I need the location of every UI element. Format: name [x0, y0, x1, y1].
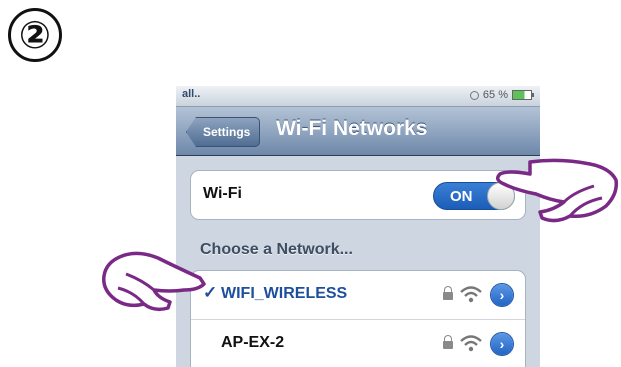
network-list: ✓ WIFI_WIRELESS › AP-EX-2 › — [190, 270, 526, 367]
choose-network-header: Choose a Network... — [200, 241, 353, 258]
battery-icon — [512, 90, 534, 100]
status-right: 65 % — [469, 89, 534, 101]
network-row-ap-ex-2[interactable]: AP-EX-2 › — [191, 320, 525, 367]
lock-icon — [443, 286, 453, 300]
step-number-badge: ② — [8, 8, 62, 62]
wifi-signal-icon — [460, 335, 482, 352]
detail-disclosure-icon[interactable]: › — [491, 333, 513, 355]
battery-percent: 65 % — [482, 89, 508, 101]
alarm-icon — [469, 90, 479, 100]
lock-icon — [443, 335, 453, 349]
network-name: AP-EX-2 — [221, 334, 285, 351]
pointing-hand-left-icon — [102, 251, 206, 312]
pointing-hand-right-icon — [496, 158, 619, 223]
navigation-bar: Settings Wi-Fi Networks — [176, 107, 540, 156]
network-name: WIFI_WIRELESS — [221, 285, 348, 302]
page-title: Wi-Fi Networks — [276, 117, 428, 140]
detail-disclosure-icon[interactable]: › — [491, 284, 513, 306]
signal-strength-icon: all.. — [182, 88, 201, 100]
wifi-signal-icon — [460, 286, 482, 303]
status-bar: all.. 65 % — [176, 86, 540, 107]
settings-back-button[interactable]: Settings — [186, 117, 261, 147]
network-row-wifi-wireless[interactable]: ✓ WIFI_WIRELESS › — [191, 271, 525, 320]
wifi-label: Wi-Fi — [203, 185, 242, 202]
